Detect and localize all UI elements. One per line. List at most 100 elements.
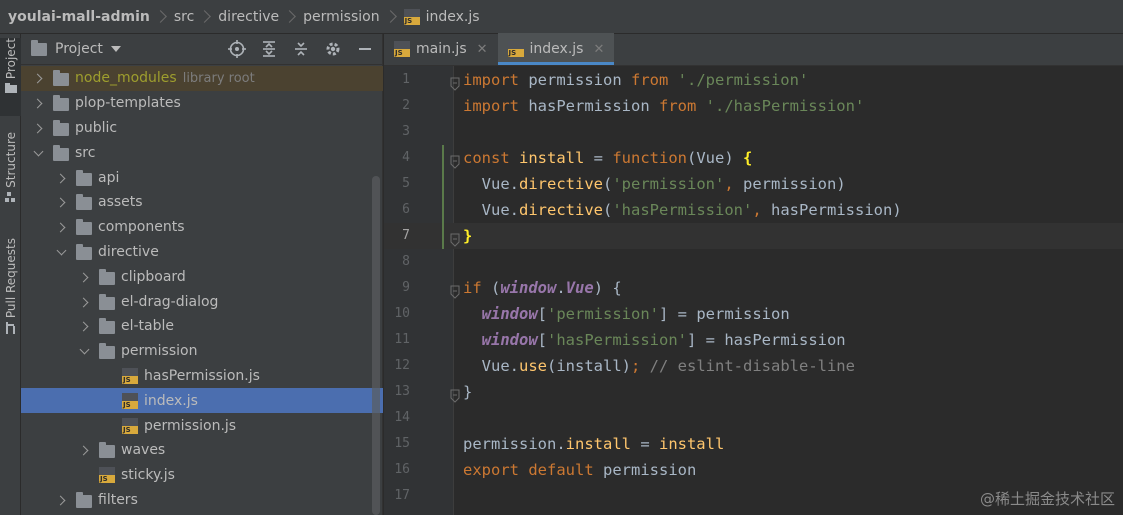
code-text: Vue.use(install); // eslint-disable-line [463, 357, 855, 375]
breadcrumb-item[interactable]: JS index.js [403, 8, 480, 25]
expand-all-icon[interactable] [260, 40, 278, 58]
code-line[interactable]: 8 [384, 249, 1123, 275]
folder-icon [76, 219, 92, 236]
fold-marker-icon[interactable] [450, 385, 460, 403]
close-icon[interactable]: ✕ [477, 42, 488, 57]
chevron-right-icon[interactable] [31, 71, 45, 85]
chevron-down-icon[interactable] [54, 245, 68, 259]
code-line[interactable]: 10 window['permission'] = permission [384, 301, 1123, 327]
chevron-right-icon[interactable] [54, 171, 68, 185]
line-number: 5 [402, 176, 410, 191]
code-area[interactable]: 1 import permission from './permission' 2 i… [384, 66, 1123, 515]
chevron-down-icon[interactable] [77, 344, 91, 358]
chevron-right-icon [384, 7, 400, 27]
close-icon[interactable]: ✕ [593, 42, 604, 57]
tree-item-label: public [75, 119, 118, 136]
fold-marker-icon[interactable] [450, 73, 460, 91]
chevron-right-icon[interactable] [54, 195, 68, 209]
tree-item[interactable]: waves [21, 438, 371, 463]
tree-item[interactable]: JS permission.js [21, 413, 371, 438]
code-line[interactable]: 12 Vue.use(install); // eslint-disable-l… [384, 353, 1123, 379]
chevron-right-icon [154, 7, 170, 27]
line-number: 3 [402, 124, 410, 139]
code-line[interactable]: 2 import hasPermission from './hasPermiss… [384, 93, 1123, 119]
locate-icon[interactable] [228, 40, 246, 58]
code-line[interactable]: 5 Vue.directive('permission', permission… [384, 171, 1123, 197]
collapse-all-icon[interactable] [292, 40, 310, 58]
chevron-right-icon[interactable] [77, 319, 91, 333]
chevron-right-icon[interactable] [54, 220, 68, 234]
project-view-selector[interactable]: Project [55, 41, 103, 57]
tree-item[interactable]: plop-templates [21, 91, 371, 116]
tree-item[interactable]: assets [21, 190, 371, 215]
code-line[interactable]: 11 window['hasPermission'] = hasPermissi… [384, 327, 1123, 353]
folder-icon [4, 83, 17, 94]
gear-icon[interactable] [324, 40, 342, 58]
tree-item[interactable]: api [21, 165, 371, 190]
tree-item[interactable]: el-table [21, 314, 371, 339]
editor-tab[interactable]: JS main.js ✕ [384, 33, 498, 65]
tree-item[interactable]: node_modules library root [21, 66, 383, 91]
tab-pull-requests[interactable]: Pull Requests [0, 238, 21, 346]
tree-item[interactable]: JS sticky.js [21, 463, 371, 488]
tab-project[interactable]: Project [0, 38, 21, 116]
chevron-right-icon[interactable] [31, 96, 45, 110]
line-number: 17 [394, 488, 410, 503]
tree-item[interactable]: components [21, 215, 371, 240]
tree-scrollbar[interactable] [372, 176, 380, 515]
code-line[interactable]: 14 [384, 405, 1123, 431]
tree-item[interactable]: public [21, 116, 371, 141]
code-line[interactable]: 7} [384, 223, 1123, 249]
tree-item[interactable]: JS hasPermission.js [21, 364, 371, 389]
folder-icon [99, 318, 115, 335]
tree-item[interactable]: directive [21, 240, 371, 265]
breadcrumb-item[interactable]: youlai-mall-admin [8, 9, 150, 25]
editor-tab[interactable]: JS index.js ✕ [497, 33, 615, 65]
chevron-down-icon[interactable] [31, 146, 45, 160]
fold-marker-icon[interactable] [450, 281, 460, 299]
code-line[interactable]: 3 [384, 119, 1123, 145]
tree-item-label: sticky.js [121, 467, 175, 484]
code-text: import permission from './permission' [463, 71, 809, 89]
code-line[interactable]: 6 Vue.directive('hasPermission', hasPerm… [384, 197, 1123, 223]
code-text: window['hasPermission'] = hasPermission [481, 331, 846, 349]
chevron-right-icon[interactable] [77, 295, 91, 309]
tool-window-strip: Project Structure Pull Requests [0, 34, 21, 515]
code-line[interactable]: 13} [384, 379, 1123, 405]
chevron-right-icon[interactable] [54, 493, 68, 507]
js-file-icon: JS [507, 41, 524, 57]
tree-item-label: filters [98, 491, 138, 508]
breadcrumb: youlai-mall-admin src directive permission J… [0, 0, 1123, 34]
code-text: Vue.directive('permission', permission) [463, 175, 846, 193]
breadcrumb-item[interactable]: permission [303, 9, 379, 25]
folder-icon [99, 442, 115, 459]
tree-item[interactable]: permission [21, 339, 371, 364]
hide-icon[interactable] [356, 40, 374, 58]
code-line[interactable]: 15 permission.install = install [384, 431, 1123, 457]
tree-item[interactable]: src [21, 140, 371, 165]
code-line[interactable]: 1 import permission from './permission' [384, 67, 1123, 93]
folder-icon [76, 243, 92, 260]
code-line[interactable]: 4 const install = function(Vue) { [384, 145, 1123, 171]
tree-item[interactable]: filters [21, 488, 371, 513]
folder-icon [53, 95, 69, 112]
tree-item[interactable]: JS index.js [21, 388, 383, 414]
breadcrumb-item[interactable]: directive [218, 9, 279, 25]
line-number: 12 [394, 358, 410, 373]
editor-tabs: JS main.js ✕ JS index.js ✕ [384, 33, 1123, 66]
chevron-right-icon[interactable] [77, 270, 91, 284]
code-line[interactable]: 9 if (window.Vue) { [384, 275, 1123, 301]
fold-marker-icon[interactable] [450, 229, 460, 247]
tree-item-label: plop-templates [75, 95, 181, 112]
tree-item[interactable]: el-drag-dialog [21, 289, 371, 314]
tab-structure[interactable]: Structure [0, 132, 21, 212]
chevron-right-icon[interactable] [31, 121, 45, 135]
tree-item[interactable]: clipboard [21, 264, 371, 289]
fold-marker-icon[interactable] [450, 151, 460, 169]
js-file-icon: JS [122, 367, 138, 384]
chevron-right-icon[interactable] [77, 443, 91, 457]
breadcrumb-item[interactable]: src [174, 9, 194, 25]
chevron-down-icon[interactable] [110, 46, 121, 52]
code-text: permission.install = install [463, 435, 725, 453]
code-line[interactable]: 16 export default permission [384, 457, 1123, 483]
